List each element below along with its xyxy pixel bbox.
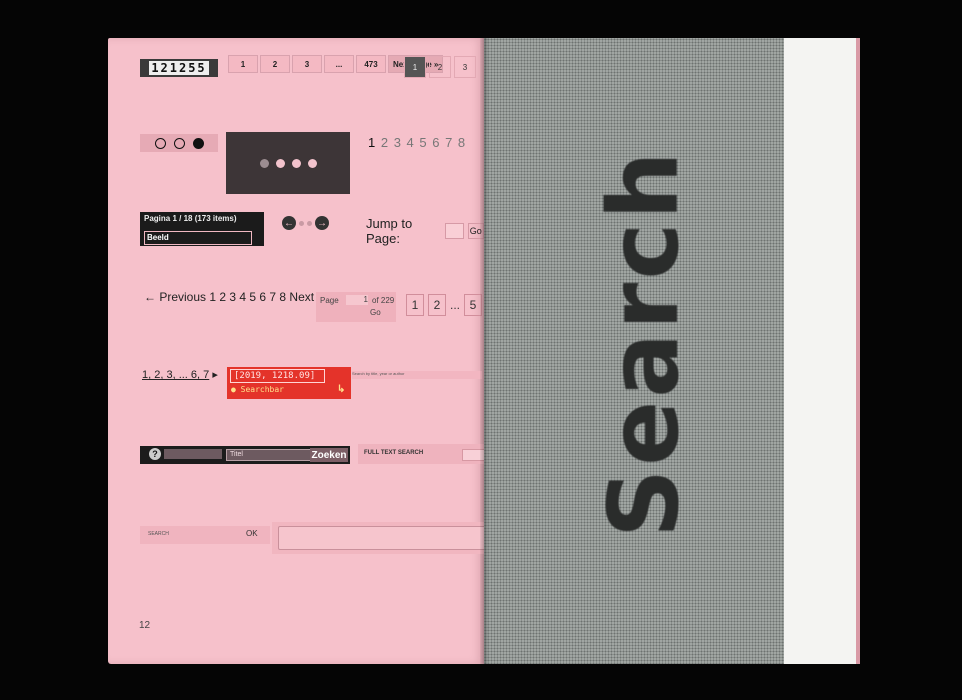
underlined-pager: 1, 2, 3, ... 6, 7 ▸ [142, 369, 218, 381]
red-code-field: [2019, 1218.09] [230, 369, 325, 383]
search-ok-field: SEARCH OK [140, 526, 270, 544]
pager-b: 1 2 3 [404, 56, 476, 78]
search-ok-button: OK [246, 529, 258, 538]
page-input: 1 [346, 295, 368, 305]
pager-c-item: 2 [428, 294, 446, 316]
odometer-value: 121255 [149, 61, 209, 75]
black-search-input [164, 449, 222, 459]
page-total: of 229 [372, 296, 395, 305]
pager-c: 1 2 ... 5 [406, 294, 483, 316]
dot-active-icon [307, 158, 317, 168]
red-search-widget: [2019, 1218.09] ● Searchbar ↳ [227, 367, 351, 399]
help-icon: ? [149, 448, 161, 460]
zoeken-button: Zoeken [310, 448, 348, 462]
full-text-search: FULL TEXT SEARCH [358, 444, 484, 464]
jump-input [445, 223, 464, 239]
book-spine [480, 38, 488, 664]
dot-pager [140, 134, 218, 152]
black-search-select: Titel [226, 449, 311, 461]
pager-a-item: 3 [292, 55, 322, 73]
dot-icon [299, 220, 304, 226]
black-search-bar: ? Titel Zoeken [140, 446, 350, 464]
pager-a-item: ... [324, 55, 354, 73]
page-go: Go [370, 308, 381, 317]
slideshow-dots-box [226, 132, 350, 194]
arrow-left-icon: ← [282, 216, 296, 230]
number-row-rest: 2 3 4 5 6 7 8 [380, 135, 467, 150]
dot-icon [307, 220, 312, 226]
search-word: Search [588, 148, 700, 538]
left-page: 121255 1 2 3 ... 473 Next Page » 1 2 3 1… [108, 38, 484, 664]
pager-b-item: 2 [429, 56, 451, 78]
arrow-right-icon: → [315, 216, 329, 230]
prev-next-pager: ← Previous 1 2 3 4 5 6 7 8 Next → [144, 290, 330, 304]
page-edge [856, 38, 860, 664]
pagina-field: Beeld [144, 231, 252, 245]
pager-a-item: 2 [260, 55, 290, 73]
dot-active-icon [275, 158, 285, 168]
jump-label: Jump to Page: [366, 216, 413, 246]
jump-to-page: Jump to Page: Go [366, 216, 484, 246]
pager-c-ellipsis: ... [450, 298, 461, 312]
right-page: Search [484, 38, 860, 664]
dot-icon [154, 137, 166, 149]
pager-c-item: 1 [406, 294, 424, 316]
red-searchbar-label: ● Searchbar [231, 385, 284, 394]
page-of-box: Page 1 of 229 Go [316, 292, 396, 322]
arrow-pager: ← → [282, 216, 329, 230]
return-arrow-icon: ↳ [337, 384, 346, 395]
large-search-field [272, 522, 484, 554]
search-ok-label: SEARCH [148, 531, 169, 537]
pagina-widget: Pagina 1 / 18 (173 items) Beeld [140, 212, 264, 246]
underlined-pager-text: 1, 2, 3, ... 6, 7 [142, 369, 210, 381]
pager-b-item: 1 [404, 56, 426, 78]
page-number: 12 [139, 620, 151, 631]
dot-icon [173, 137, 185, 149]
full-text-label: FULL TEXT SEARCH [364, 450, 424, 456]
tiny-search-field: Search by title, year or author [352, 371, 482, 379]
white-margin [784, 38, 856, 664]
page-label: Page [320, 296, 339, 305]
dot-active-icon [291, 158, 301, 168]
dot-active-icon [192, 137, 204, 149]
pager-b-item: 3 [454, 56, 476, 78]
search-word-block: Search [504, 38, 704, 664]
pager-a-item: 473 [356, 55, 386, 73]
number-row-current: 1 [368, 135, 377, 150]
pager-a-item: 1 [228, 55, 258, 73]
odometer-counter: 121255 [140, 59, 218, 77]
pagina-count: Pagina 1 / 18 (173 items) [144, 214, 237, 223]
large-search-input [278, 526, 484, 550]
dot-icon [259, 158, 269, 168]
number-row: 1 2 3 4 5 6 7 8 [368, 135, 466, 150]
